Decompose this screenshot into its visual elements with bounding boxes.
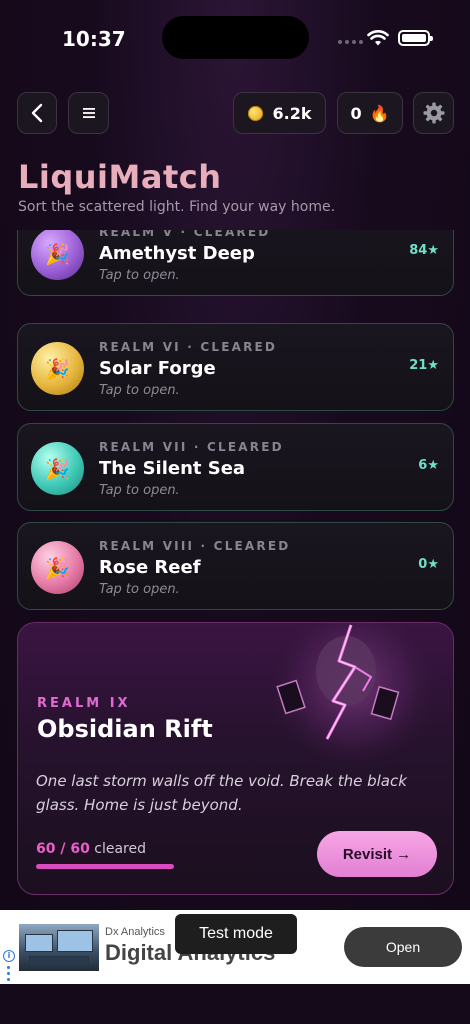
party-popper-icon: 🎉 — [45, 241, 70, 266]
back-button[interactable] — [17, 92, 57, 134]
featured-realm-description: One last storm walls off the void. Break… — [36, 772, 407, 814]
realm-stars: 0★ — [418, 557, 439, 572]
ad-brand: Dx Analytics — [105, 926, 165, 938]
progress-unit: cleared — [94, 841, 147, 857]
realm-hint: Tap to open. — [99, 582, 180, 597]
featured-realm-name: Obsidian Rift — [37, 715, 213, 743]
coin-count: 6.2k — [272, 103, 312, 123]
realm-card-amethyst-deep[interactable]: 🎉 REALM V · CLEARED Amethyst Deep Tap to… — [17, 230, 454, 296]
gear-icon — [423, 102, 444, 124]
ad-open-button[interactable]: Open — [344, 927, 462, 967]
progress-label: 60 / 60 cleared — [36, 841, 146, 857]
party-popper-icon: 🎉 — [45, 555, 70, 580]
realm-stars: 6★ — [418, 458, 439, 473]
realm-name: Rose Reef — [99, 557, 201, 578]
realm-card-rose-reef[interactable]: 🎉 REALM VIII · CLEARED Rose Reef Tap to … — [17, 522, 454, 610]
menu-button[interactable] — [68, 92, 109, 134]
battery-icon — [398, 30, 433, 46]
realm-stars: 84★ — [409, 243, 439, 258]
realm-tag: REALM VII · CLEARED — [99, 440, 284, 454]
flame-icon: 🔥 — [369, 103, 390, 123]
realm-list[interactable]: 🎉 REALM V · CLEARED Amethyst Deep Tap to… — [17, 230, 454, 905]
app-subtitle: Sort the scattered light. Find your way … — [18, 199, 336, 215]
realm-tag: REALM V · CLEARED — [99, 230, 271, 239]
realm-hint: Tap to open. — [99, 483, 180, 498]
app-title: LiquiMatch — [18, 158, 222, 196]
realm-orb: 🎉 — [31, 442, 84, 495]
progress-count: 60 / 60 — [36, 841, 90, 857]
cellular-signal-icon — [338, 40, 363, 44]
realm-name: Solar Forge — [99, 358, 216, 379]
realm-stars: 21★ — [409, 358, 439, 373]
rift-artwork — [271, 623, 435, 771]
info-icon[interactable]: i — [3, 950, 15, 962]
realm-name: Amethyst Deep — [99, 243, 255, 264]
test-mode-badge: Test mode — [175, 914, 297, 954]
status-bar: 10:37 — [0, 0, 470, 70]
revisit-button[interactable]: Revisit → — [317, 831, 437, 877]
realm-orb: 🎉 — [31, 342, 84, 395]
realm-card-the-silent-sea[interactable]: 🎉 REALM VII · CLEARED The Silent Sea Tap… — [17, 423, 454, 511]
streak-counter[interactable]: 0 🔥 — [337, 92, 403, 134]
realm-hint: Tap to open. — [99, 383, 180, 398]
realm-hint: Tap to open. — [99, 268, 180, 283]
clock: 10:37 — [62, 27, 126, 51]
realm-card-solar-forge[interactable]: 🎉 REALM VI · CLEARED Solar Forge Tap to … — [17, 323, 454, 411]
more-dots-icon — [7, 966, 10, 981]
hamburger-icon — [82, 108, 95, 118]
featured-realm-tag: REALM IX — [37, 696, 131, 711]
wifi-icon — [367, 30, 389, 46]
realm-orb: 🎉 — [31, 230, 84, 280]
settings-button[interactable] — [413, 92, 454, 134]
home-indicator-area — [0, 984, 470, 1024]
progress-bar — [36, 864, 174, 869]
coin-icon — [247, 105, 263, 121]
coin-balance[interactable]: 6.2k — [233, 92, 326, 134]
chevron-left-icon — [31, 103, 43, 123]
realm-orb: 🎉 — [31, 541, 84, 594]
party-popper-icon: 🎉 — [45, 356, 70, 381]
realm-name: The Silent Sea — [99, 458, 246, 479]
dynamic-island — [162, 16, 309, 59]
streak-count: 0 — [350, 103, 362, 123]
party-popper-icon: 🎉 — [45, 456, 70, 481]
ad-image — [19, 924, 99, 971]
realm-tag: REALM VIII · CLEARED — [99, 539, 291, 553]
realm-tag: REALM VI · CLEARED — [99, 340, 278, 354]
featured-realm-card[interactable]: REALM IX Obsidian Rift One last storm wa… — [17, 622, 454, 895]
progress-bar-fill — [36, 864, 174, 869]
